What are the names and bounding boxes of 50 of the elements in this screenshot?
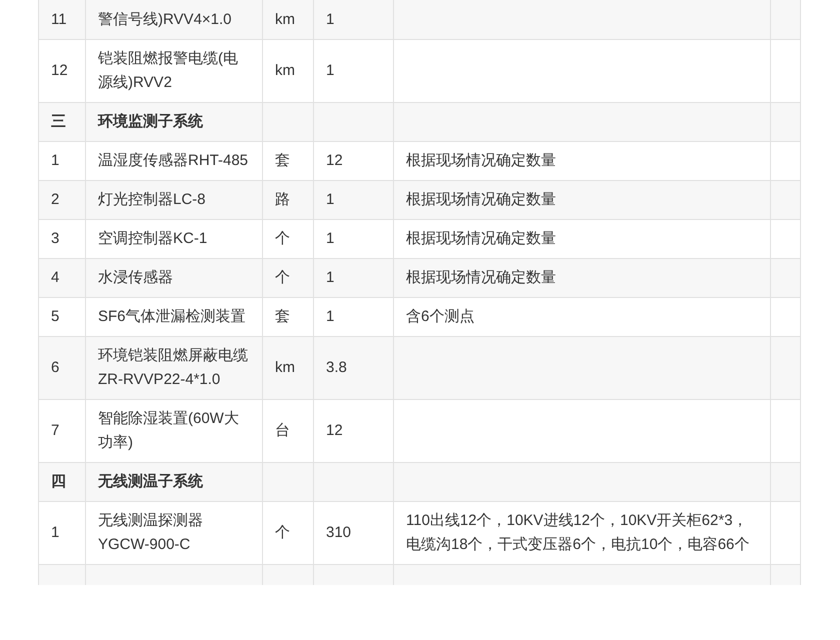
item-name: 智能除湿装置(60W大功率): [98, 409, 240, 453]
row-number: 5: [51, 307, 60, 327]
item-name: 铠装阻燃报警电缆(电源线)RVV2: [98, 49, 239, 93]
row-number: 四: [51, 472, 66, 492]
quantity: 1: [326, 268, 334, 288]
row-number: 2: [51, 190, 60, 210]
unit: 个: [275, 229, 290, 249]
row-number: 1: [51, 151, 60, 171]
row-number: 11: [51, 10, 67, 30]
item-name: 水浸传感器: [98, 268, 173, 288]
row-number: 4: [51, 268, 60, 288]
row-number: 12: [51, 61, 68, 81]
quantity: 12: [326, 421, 343, 441]
unit: km: [275, 61, 295, 81]
row-number: 3: [51, 229, 60, 249]
section-title: 环境监测子系统: [98, 112, 203, 132]
quantity: 1: [326, 229, 334, 249]
unit: 个: [275, 268, 290, 288]
quantity: 1: [326, 10, 334, 30]
row-number: 1: [51, 523, 60, 543]
quantity: 1: [326, 61, 334, 81]
item-name: 灯光控制器LC-8: [98, 190, 206, 210]
quantity: 3.8: [326, 358, 347, 378]
item-name: 温湿度传感器RHT-485: [98, 151, 248, 171]
item-name: 空调控制器KC-1: [98, 229, 208, 249]
unit: 台: [275, 421, 290, 441]
item-name: 环境铠装阻燃屏蔽电缆ZR-RVVP22-4*1.0: [98, 346, 249, 390]
unit: 套: [275, 307, 290, 327]
remark: 110出线12个，10KV进线12个，10KV开关柜62*3，电缆沟18个，干式变压器6个，电抗10个，电容66个: [406, 511, 750, 555]
item-name: SF6气体泄漏检测装置: [98, 307, 246, 327]
section-title: 无线测温子系统: [98, 472, 203, 492]
remark: 根据现场情况确定数量: [406, 190, 556, 210]
unit: km: [275, 358, 295, 378]
row-number: 6: [51, 358, 60, 378]
remark: 含6个测点: [406, 307, 474, 327]
quantity: 12: [326, 151, 343, 171]
quantity: 1: [326, 307, 334, 327]
unit: km: [275, 10, 295, 30]
row-number: 三: [51, 112, 66, 132]
item-name: 警信号线)RVV4×1.0: [98, 10, 232, 30]
row-number: 7: [51, 421, 60, 441]
unit: 路: [275, 190, 290, 210]
remark: 根据现场情况确定数量: [406, 151, 556, 171]
quantity: 1: [326, 190, 334, 210]
unit: 个: [275, 523, 290, 543]
quantity: 310: [326, 523, 352, 543]
remark: 根据现场情况确定数量: [406, 229, 556, 249]
item-name: 无线测温探测器YGCW-900-C: [98, 511, 204, 555]
unit: 套: [275, 151, 290, 171]
remark: 根据现场情况确定数量: [406, 268, 556, 288]
